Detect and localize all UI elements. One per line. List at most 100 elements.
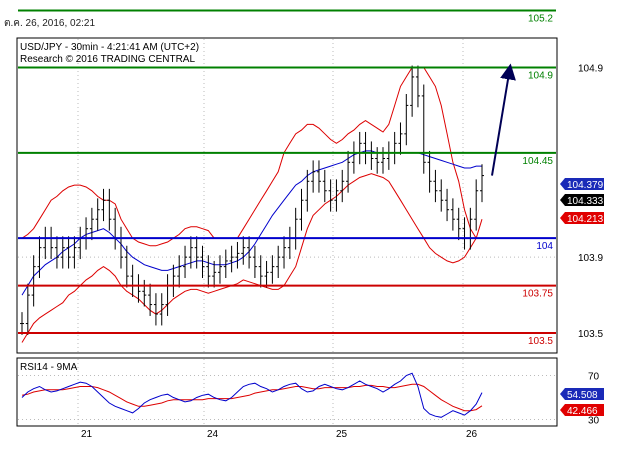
price-bar — [130, 264, 135, 297]
price-bar — [20, 312, 24, 335]
level-label-1: 104.9 — [528, 70, 553, 81]
chart-subtitle: Research © 2016 TRADING CENTRAL — [20, 54, 195, 65]
price-bar — [31, 255, 36, 307]
chart-title: USD/JPY - 30min - 4:21:41 AM (UTC+2) — [20, 42, 199, 53]
rsi-panel — [21, 372, 483, 418]
price-bar — [89, 207, 94, 241]
price-bar — [282, 236, 287, 269]
price-bar — [95, 198, 100, 231]
price-bar — [165, 274, 170, 316]
arrow-line — [491, 63, 516, 176]
price-tick-0: 104.9 — [578, 63, 603, 74]
price-bar — [241, 236, 246, 265]
price-bar — [351, 141, 356, 174]
price-bar — [200, 245, 205, 279]
price-bar — [322, 169, 327, 203]
price-bar — [270, 255, 275, 284]
svg-text:104.213: 104.213 — [567, 214, 604, 225]
price-bar — [235, 241, 240, 269]
price-bar — [177, 255, 182, 288]
axes: 104.9 103.9 103.5 70 30 21 24 25 26 — [81, 63, 603, 440]
upper-band — [21, 67, 482, 247]
price-bar — [287, 226, 292, 260]
price-bar — [54, 236, 59, 269]
price-bar — [118, 226, 123, 269]
price-bar — [398, 122, 403, 155]
price-bar — [72, 236, 77, 269]
price-bar — [462, 217, 467, 250]
bollinger-bands — [21, 67, 483, 343]
rsi-tag-1: 42.466 — [560, 404, 604, 417]
price-bar — [357, 131, 362, 165]
price-bar — [415, 65, 420, 108]
rsi-tick-1: 30 — [588, 416, 600, 427]
price-bar — [171, 264, 176, 297]
level-label-0: 105.2 — [528, 14, 553, 25]
price-bar — [293, 207, 298, 250]
rsi-ma-line — [21, 383, 483, 412]
price-bar — [381, 147, 386, 174]
price-bar — [386, 141, 391, 170]
price-bar — [78, 226, 83, 260]
price-bar — [25, 283, 30, 335]
price-bar — [252, 245, 257, 279]
price-bar — [229, 245, 234, 273]
rsi-tick-0: 70 — [588, 372, 600, 383]
svg-text:54.508: 54.508 — [567, 390, 598, 401]
svg-text:104.379: 104.379 — [567, 180, 604, 191]
level-label-4: 103.75 — [522, 289, 553, 300]
price-bar — [474, 179, 479, 231]
x-tick-3: 26 — [466, 429, 478, 440]
price-bar — [316, 160, 321, 193]
price-bar — [328, 179, 333, 212]
price-bar — [194, 236, 199, 269]
rsi-label: RSI14 - 9MA — [20, 362, 78, 373]
price-tick-1: 103.9 — [578, 253, 603, 264]
svg-text:104.333: 104.333 — [567, 196, 604, 207]
price-bar — [217, 255, 222, 284]
price-bar — [340, 169, 345, 203]
price-bar — [107, 188, 112, 231]
price-bar — [480, 164, 484, 203]
price-bar — [456, 207, 461, 241]
price-bar — [264, 260, 269, 288]
price-bar — [433, 169, 438, 203]
price-tag-2: 104.213 — [560, 212, 604, 225]
level-label-2: 104.45 — [522, 156, 553, 167]
price-bar — [369, 141, 374, 170]
price-bar — [392, 131, 397, 165]
level-label-5: 103.5 — [528, 336, 553, 347]
rsi-tag-0: 54.508 — [560, 388, 604, 401]
middle-band — [21, 150, 482, 296]
price-bar — [363, 131, 368, 165]
price-tick-2: 103.5 — [578, 329, 603, 340]
price-bar — [410, 65, 415, 117]
svg-text:42.466: 42.466 — [567, 406, 598, 417]
price-bar — [299, 188, 304, 231]
usdjpy-chart: 105.2 104.9 104.45 104 103.75 103.5 104.9 103.… — [16, 9, 604, 440]
price-bar — [276, 245, 281, 279]
price-bar — [258, 255, 263, 288]
price-bar — [43, 226, 48, 260]
price-bar — [311, 160, 316, 193]
price-bar — [404, 94, 409, 146]
price-bar — [445, 188, 450, 222]
price-bar — [421, 84, 426, 174]
price-bar — [468, 207, 473, 250]
price-bar — [101, 188, 106, 222]
grid — [18, 39, 556, 425]
x-tick-0: 21 — [81, 429, 93, 440]
price-tag-1: 104.333 — [560, 194, 604, 207]
price-bar — [49, 226, 54, 260]
price-bar — [206, 255, 211, 288]
price-bar — [124, 245, 129, 288]
lower-band — [21, 173, 483, 343]
price-bar — [153, 293, 158, 326]
price-bar — [183, 245, 188, 279]
price-bar — [142, 279, 147, 307]
price-bar — [305, 169, 310, 212]
price-bar — [439, 179, 444, 212]
price-bar — [113, 207, 118, 250]
target-arrow — [491, 63, 516, 176]
price-bar — [375, 147, 380, 174]
